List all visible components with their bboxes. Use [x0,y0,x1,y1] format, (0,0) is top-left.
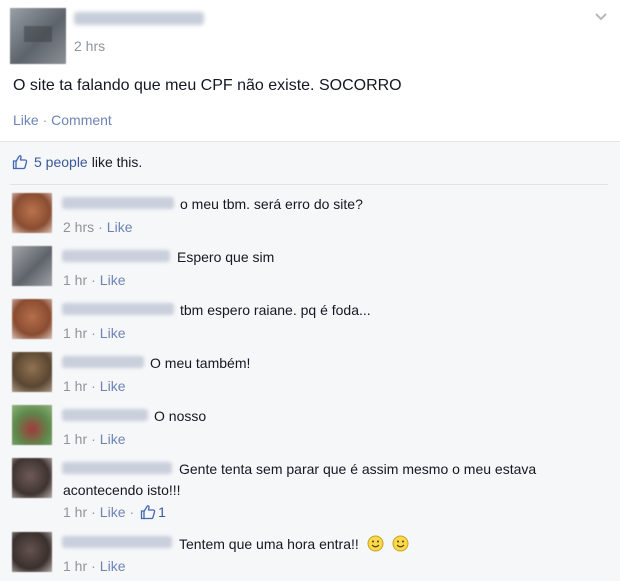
commenter-avatar[interactable] [12,299,52,339]
comment-meta: 1 hr · Like [63,272,125,288]
comment-like-button[interactable]: Like [100,378,126,394]
meta-separator: · [91,378,96,394]
action-separator: · [42,112,48,128]
comment-timestamp[interactable]: 1 hr [63,431,87,447]
meta-separator: · [91,272,96,288]
comment-text: tbm espero raiane. pq é foda... [180,302,371,318]
smiley-icon [392,535,409,552]
meta-separator: · [98,219,103,235]
comment-like-button[interactable]: Like [100,272,126,288]
comment-meta: 1 hr · Like · 1 [63,504,166,520]
commenter-name-redacted[interactable] [62,197,174,209]
comment-like-button[interactable]: Like [107,219,133,235]
like-count-value: 1 [158,504,166,520]
commenter-avatar[interactable] [12,458,52,498]
comment-text-body: Tentem que uma hora entra!! [179,536,359,552]
post-actions: Like · Comment [13,112,112,128]
comment-timestamp[interactable]: 1 hr [63,325,87,341]
meta-separator: · [91,325,96,341]
like-button[interactable]: Like [13,112,39,128]
comment-timestamp[interactable]: 1 hr [63,272,87,288]
post-timestamp[interactable]: 2 hrs [74,38,105,54]
commenter-name-redacted[interactable] [62,250,170,262]
commenter-avatar[interactable] [12,405,52,445]
comment-meta: 1 hr · Like [63,378,125,394]
commenter-name-redacted[interactable] [62,462,172,474]
facebook-post-card: 2 hrs O site ta falando que meu CPF não … [0,0,620,581]
comment-like-button[interactable]: Like [100,504,126,520]
commenter-avatar[interactable] [12,193,52,233]
meta-separator: · [91,504,96,520]
comment-like-button[interactable]: Like [100,431,126,447]
author-avatar[interactable] [10,8,66,64]
thumbs-up-icon [141,505,156,520]
author-name-redacted[interactable] [74,12,204,25]
comment-button[interactable]: Comment [51,112,112,128]
comment-text: o meu tbm. será erro do site? [180,196,363,212]
commenter-name-redacted[interactable] [62,356,144,368]
commenter-name-redacted[interactable] [62,303,174,315]
comment-like-button[interactable]: Like [100,558,126,574]
chevron-down-icon[interactable] [592,8,610,26]
meta-separator: · [91,431,96,447]
post-text: O site ta falando que meu CPF não existe… [13,77,402,94]
commenter-name-redacted[interactable] [62,536,172,548]
comment-like-count[interactable]: 1 [140,504,166,520]
comment-meta: 1 hr · Like [63,431,125,447]
comment-text: O nosso [154,408,207,424]
comment-text: Gente tenta sem parar que é assim mesmo … [179,461,537,477]
smiley-icon [367,535,384,552]
comment-meta: 1 hr · Like [63,325,125,341]
thumbs-up-icon [12,155,28,170]
commenter-avatar[interactable] [12,532,52,572]
likes-suffix: like this. [91,154,143,170]
comment-like-button[interactable]: Like [100,325,126,341]
comment-text: Espero que sim [177,249,275,265]
divider [10,184,608,185]
comment-meta: 2 hrs · Like [63,219,132,235]
comment-text-continued: acontecendo isto!!! [63,482,181,498]
meta-separator: · [129,504,135,520]
comment-timestamp[interactable]: 1 hr [63,558,87,574]
commenter-avatar[interactable] [12,246,52,286]
comment-timestamp[interactable]: 1 hr [63,504,87,520]
commenter-avatar[interactable] [12,352,52,392]
comment-timestamp[interactable]: 2 hrs [63,219,94,235]
likes-count-link[interactable]: 5 people [34,154,88,170]
comment-meta: 1 hr · Like [63,558,125,574]
likes-summary: 5 people like this. [12,154,142,170]
comment-text: Tentem que uma hora entra!! [179,535,409,552]
comment-text: O meu também! [150,355,251,371]
commenter-name-redacted[interactable] [62,409,148,421]
meta-separator: · [91,558,96,574]
comment-timestamp[interactable]: 1 hr [63,378,87,394]
